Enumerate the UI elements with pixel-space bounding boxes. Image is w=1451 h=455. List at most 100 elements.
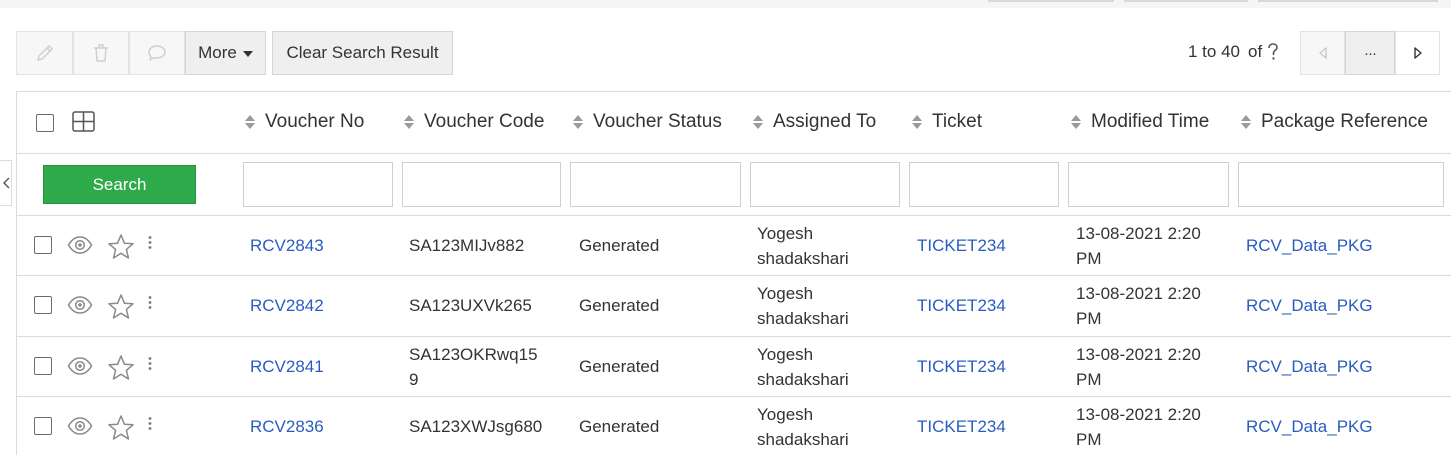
ellipsis-label: ··· bbox=[1364, 44, 1377, 62]
column-header-package-reference[interactable]: Package Reference bbox=[1241, 111, 1428, 133]
star-icon[interactable] bbox=[107, 293, 135, 320]
column-label: Package Reference bbox=[1261, 111, 1428, 132]
assigned-to-cell-line2: shadakshari bbox=[757, 249, 849, 268]
search-button[interactable]: Search bbox=[43, 165, 196, 204]
assigned-to-filter-input[interactable] bbox=[750, 162, 900, 207]
delete-button[interactable] bbox=[73, 31, 129, 75]
column-label: Modified Time bbox=[1091, 111, 1210, 132]
ticket-link[interactable]: TICKET234 bbox=[917, 354, 1006, 379]
top-strip bbox=[0, 0, 1451, 8]
voucher-code-cell-line2: 9 bbox=[409, 370, 419, 389]
eye-icon[interactable] bbox=[67, 294, 93, 316]
modified-time-cell-line1: 13-08-2021 2:20 bbox=[1076, 345, 1201, 364]
voucher-no-link[interactable]: RCV2843 bbox=[250, 233, 324, 258]
row-checkbox[interactable] bbox=[34, 296, 52, 314]
column-label: Voucher Code bbox=[424, 111, 545, 132]
column-label: Voucher No bbox=[265, 111, 365, 132]
star-icon[interactable] bbox=[107, 354, 135, 381]
voucher-status-filter-input[interactable] bbox=[570, 162, 741, 207]
trash-icon bbox=[94, 44, 108, 62]
column-header-assigned-to[interactable]: Assigned To bbox=[753, 111, 876, 133]
question-mark-icon[interactable] bbox=[1265, 42, 1281, 62]
package-reference-filter-input[interactable] bbox=[1238, 162, 1444, 207]
package-reference-link[interactable]: RCV_Data_PKG bbox=[1246, 354, 1373, 379]
top-tab-2[interactable] bbox=[1124, 0, 1248, 2]
previous-page-button[interactable] bbox=[1300, 31, 1345, 75]
column-label: Assigned To bbox=[773, 111, 877, 132]
column-layout-icon[interactable] bbox=[72, 111, 95, 132]
voucher-code-filter-input[interactable] bbox=[402, 162, 561, 207]
arrow-left-icon bbox=[1318, 47, 1327, 59]
select-all-checkbox[interactable] bbox=[36, 114, 54, 132]
package-reference-link[interactable]: RCV_Data_PKG bbox=[1246, 233, 1373, 258]
sort-icon bbox=[912, 115, 922, 129]
row-checkbox[interactable] bbox=[34, 236, 52, 254]
column-header-ticket[interactable]: Ticket bbox=[912, 111, 982, 133]
ticket-link[interactable]: TICKET234 bbox=[917, 293, 1006, 318]
assigned-to-cell-line1: Yogesh bbox=[757, 284, 814, 303]
more-options-icon[interactable] bbox=[147, 235, 153, 251]
column-header-modified-time[interactable]: Modified Time bbox=[1071, 111, 1209, 133]
page-of: of bbox=[1248, 42, 1263, 61]
assigned-to-cell-line1: Yogesh bbox=[757, 224, 814, 243]
package-reference-link[interactable]: RCV_Data_PKG bbox=[1246, 414, 1373, 439]
page-range: 1 to 40 bbox=[1188, 42, 1240, 61]
edit-button[interactable] bbox=[16, 31, 73, 75]
more-options-icon[interactable] bbox=[147, 295, 153, 311]
collapse-panel-handle[interactable] bbox=[0, 160, 12, 206]
voucher-no-link[interactable]: RCV2836 bbox=[250, 414, 324, 439]
more-options-icon[interactable] bbox=[147, 416, 153, 432]
more-options-icon[interactable] bbox=[147, 356, 153, 372]
eye-icon[interactable] bbox=[67, 415, 93, 437]
voucher-status-cell: Generated bbox=[579, 296, 660, 315]
more-pages-button[interactable]: ··· bbox=[1345, 31, 1395, 75]
modified-time-cell-line2: PM bbox=[1076, 370, 1102, 389]
column-header-voucher-status[interactable]: Voucher Status bbox=[573, 111, 722, 133]
sort-icon bbox=[573, 115, 583, 129]
modified-time-cell-line1: 13-08-2021 2:20 bbox=[1076, 224, 1201, 243]
voucher-status-cell: Generated bbox=[579, 357, 660, 376]
top-tab-1[interactable] bbox=[988, 0, 1114, 2]
comment-icon bbox=[148, 45, 166, 61]
row-checkbox[interactable] bbox=[34, 417, 52, 435]
top-tab-3[interactable] bbox=[1258, 0, 1438, 2]
arrow-right-icon bbox=[1413, 47, 1422, 59]
more-button[interactable]: More bbox=[185, 31, 266, 75]
modified-time-cell-line2: PM bbox=[1076, 249, 1102, 268]
voucher-status-cell: Generated bbox=[579, 236, 660, 255]
column-label: Ticket bbox=[932, 111, 982, 132]
assigned-to-cell-line1: Yogesh bbox=[757, 345, 814, 364]
modified-time-filter-input[interactable] bbox=[1068, 162, 1229, 207]
column-header-voucher-code[interactable]: Voucher Code bbox=[404, 111, 544, 133]
assigned-to-cell-line2: shadakshari bbox=[757, 430, 849, 449]
modified-time-cell-line2: PM bbox=[1076, 309, 1102, 328]
star-icon[interactable] bbox=[107, 414, 135, 441]
eye-icon[interactable] bbox=[67, 355, 93, 377]
header-divider bbox=[16, 153, 1451, 154]
package-reference-link[interactable]: RCV_Data_PKG bbox=[1246, 293, 1373, 318]
assigned-to-cell-line2: shadakshari bbox=[757, 309, 849, 328]
row-checkbox[interactable] bbox=[34, 357, 52, 375]
clear-search-result-button[interactable]: Clear Search Result bbox=[272, 31, 453, 75]
voucher-code-cell-line1: SA123OKRwq15 bbox=[409, 345, 538, 364]
modified-time-cell-line1: 13-08-2021 2:20 bbox=[1076, 284, 1201, 303]
ticket-link[interactable]: TICKET234 bbox=[917, 414, 1006, 439]
voucher-code-cell: SA123MIJv882 bbox=[409, 236, 525, 255]
eye-icon[interactable] bbox=[67, 234, 93, 256]
column-label: Voucher Status bbox=[593, 111, 722, 132]
comment-button[interactable] bbox=[129, 31, 185, 75]
sort-icon bbox=[753, 115, 763, 129]
voucher-no-link[interactable]: RCV2842 bbox=[250, 293, 324, 318]
voucher-no-link[interactable]: RCV2841 bbox=[250, 354, 324, 379]
voucher-no-filter-input[interactable] bbox=[243, 162, 393, 207]
modified-time-cell-line1: 13-08-2021 2:20 bbox=[1076, 405, 1201, 424]
column-header-voucher-no[interactable]: Voucher No bbox=[245, 111, 364, 133]
more-label: More bbox=[198, 43, 237, 62]
ticket-filter-input[interactable] bbox=[909, 162, 1059, 207]
sort-icon bbox=[1071, 115, 1081, 129]
star-icon[interactable] bbox=[107, 233, 135, 260]
caret-down-icon bbox=[242, 51, 253, 57]
chevron-left-icon bbox=[3, 177, 10, 189]
ticket-link[interactable]: TICKET234 bbox=[917, 233, 1006, 258]
next-page-button[interactable] bbox=[1395, 31, 1440, 75]
